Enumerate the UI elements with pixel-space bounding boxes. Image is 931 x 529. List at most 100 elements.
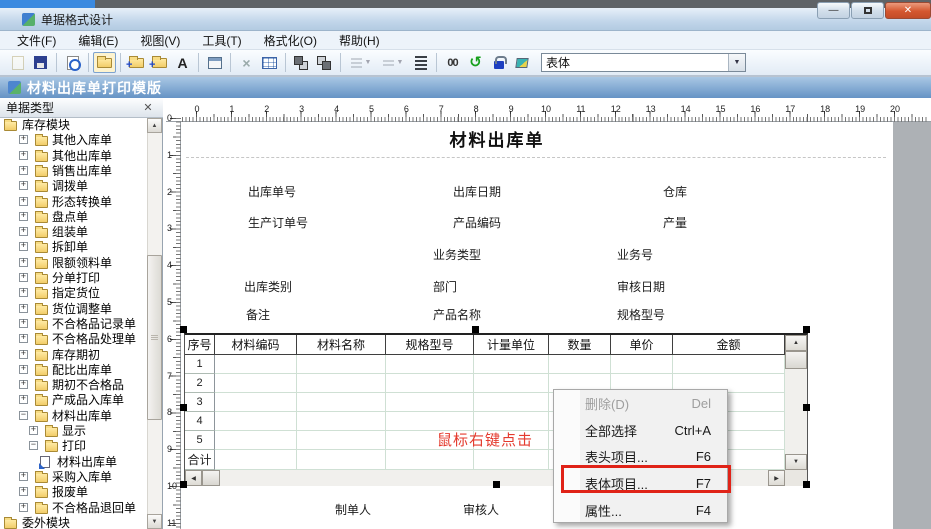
close-button[interactable]: ✕ [885, 2, 931, 19]
tree-scrollbar-thumb[interactable] [147, 255, 162, 420]
scroll-left-icon[interactable]: ◀ [185, 470, 202, 486]
tree-item[interactable]: +报废单 [0, 485, 147, 500]
menu-item[interactable]: 工具(T) [191, 30, 252, 51]
context-menu-item[interactable]: 全部选择Ctrl+A [554, 417, 727, 444]
format-brush-button[interactable] [510, 52, 533, 73]
expand-icon[interactable]: + [19, 288, 28, 297]
selection-handle[interactable] [180, 481, 187, 488]
open-template-button[interactable] [93, 52, 116, 73]
selection-handle[interactable] [803, 481, 810, 488]
selection-handle[interactable] [493, 481, 500, 488]
tree-item[interactable]: 材料出库单 [0, 455, 147, 470]
combobox-dropdown-button[interactable]: ▼ [728, 54, 745, 71]
font-button[interactable]: A [171, 52, 194, 73]
match-size-button[interactable]: 00 [441, 52, 464, 73]
new-document-button[interactable] [6, 52, 29, 73]
tree-item[interactable]: +销售出库单 [0, 164, 147, 179]
add-item-button[interactable] [148, 52, 171, 73]
tree-item[interactable]: +组装单 [0, 225, 147, 240]
tree-item[interactable]: +采购入库单 [0, 470, 147, 485]
expand-icon[interactable]: + [19, 135, 28, 144]
tree-item[interactable]: +分单打印 [0, 271, 147, 286]
minimize-button[interactable]: — [817, 2, 850, 19]
tree-item[interactable]: +其他出库单 [0, 149, 147, 164]
expand-icon[interactable]: + [19, 487, 28, 496]
section-combobox[interactable]: 表体 ▼ [541, 53, 746, 72]
selection-handle[interactable] [180, 404, 187, 411]
tree-item[interactable]: +调拨单 [0, 179, 147, 194]
tree-item[interactable]: +配比出库单 [0, 363, 147, 378]
tree-item[interactable]: +产成品入库单 [0, 393, 147, 408]
collapse-icon[interactable]: − [29, 441, 38, 450]
scroll-up-icon[interactable]: ▲ [147, 118, 162, 133]
expand-icon[interactable]: + [19, 503, 28, 512]
expand-icon[interactable]: + [19, 334, 28, 343]
tree-item[interactable]: 委外模块 [0, 516, 147, 529]
align-dropdown-button[interactable]: ▼ [345, 52, 377, 73]
tree-item[interactable]: +不合格品处理单 [0, 332, 147, 347]
delete-button[interactable]: × [235, 52, 258, 73]
tree-item[interactable]: −打印 [0, 439, 147, 454]
context-menu-item[interactable]: 属性...F4 [554, 497, 727, 524]
properties-button[interactable] [203, 52, 226, 73]
scrollbar-thumb[interactable] [785, 351, 807, 369]
expand-icon[interactable]: + [29, 426, 38, 435]
table-vertical-scrollbar[interactable]: ▲ ▼ [785, 335, 807, 470]
tree-item[interactable]: +限额领料单 [0, 256, 147, 271]
expand-icon[interactable]: + [19, 181, 28, 190]
insert-table-button[interactable] [258, 52, 281, 73]
print-preview-button[interactable] [61, 52, 84, 73]
tree-item[interactable]: +盘点单 [0, 210, 147, 225]
bring-to-front-button[interactable] [290, 52, 313, 73]
tree-item[interactable]: +拆卸单 [0, 240, 147, 255]
tree-item[interactable]: +不合格品退回单 [0, 501, 147, 516]
expand-icon[interactable]: + [19, 472, 28, 481]
tree-item[interactable]: +不合格品记录单 [0, 317, 147, 332]
expand-icon[interactable]: + [19, 319, 28, 328]
expand-icon[interactable]: + [19, 395, 28, 404]
menu-item[interactable]: 视图(V) [129, 30, 191, 51]
expand-icon[interactable]: + [19, 365, 28, 374]
lock-button[interactable] [487, 52, 510, 73]
expand-icon[interactable]: + [19, 258, 28, 267]
panel-close-icon[interactable]: ✕ [141, 101, 155, 115]
expand-icon[interactable]: + [19, 197, 28, 206]
expand-icon[interactable]: + [19, 212, 28, 221]
scroll-right-icon[interactable]: ▶ [768, 470, 785, 486]
expand-icon[interactable]: + [19, 273, 28, 282]
size-dropdown-button[interactable]: ▼ [377, 52, 409, 73]
selection-handle[interactable] [803, 404, 810, 411]
maximize-button[interactable] [851, 2, 884, 19]
collapse-icon[interactable]: − [19, 411, 28, 420]
expand-icon[interactable]: + [19, 380, 28, 389]
tree-item[interactable]: +形态转换单 [0, 195, 147, 210]
expand-icon[interactable]: + [19, 304, 28, 313]
menu-item[interactable]: 文件(F) [6, 30, 67, 51]
send-to-back-button[interactable] [313, 52, 336, 73]
tree-item[interactable]: +期初不合格品 [0, 378, 147, 393]
save-button[interactable] [29, 52, 52, 73]
justify-button[interactable] [409, 52, 432, 73]
scrollbar-thumb[interactable] [202, 470, 220, 486]
scroll-down-icon[interactable]: ▼ [147, 514, 162, 529]
scroll-up-icon[interactable]: ▲ [785, 335, 807, 351]
expand-icon[interactable]: + [19, 166, 28, 175]
tree-item[interactable]: +货位调整单 [0, 302, 147, 317]
add-group-button[interactable] [125, 52, 148, 73]
tree-item[interactable]: +其他入库单 [0, 133, 147, 148]
scroll-down-icon[interactable]: ▼ [785, 454, 807, 470]
selection-handle[interactable] [803, 326, 810, 333]
refresh-button[interactable]: ↺ [464, 52, 487, 73]
menu-item[interactable]: 编辑(E) [67, 30, 129, 51]
expand-icon[interactable]: + [19, 227, 28, 236]
expand-icon[interactable]: + [19, 350, 28, 359]
expand-icon[interactable]: + [19, 242, 28, 251]
selection-handle[interactable] [180, 326, 187, 333]
tree-item[interactable]: −材料出库单 [0, 409, 147, 424]
selection-handle[interactable] [472, 326, 479, 333]
tree-item[interactable]: +显示 [0, 424, 147, 439]
menu-item[interactable]: 格式化(O) [253, 30, 328, 51]
expand-icon[interactable]: + [19, 151, 28, 160]
tree-item[interactable]: +指定货位 [0, 286, 147, 301]
tree-item[interactable]: 库存模块 [0, 118, 147, 133]
